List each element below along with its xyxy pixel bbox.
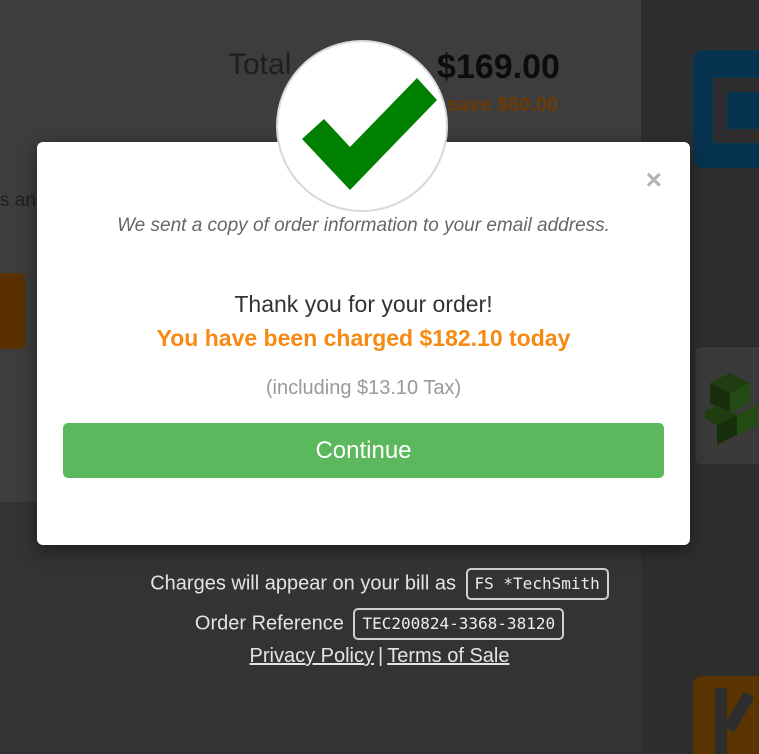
charged-amount-text: You have been charged $182.10 today [156,325,571,351]
checkmark-icon [302,78,437,190]
thank-you-heading: Thank you for your order! [234,291,493,317]
privacy-policy-link[interactable]: Privacy Policy [250,645,374,667]
terms-of-sale-link[interactable]: Terms of Sale [387,645,509,667]
tax-note: (including $13.10 Tax) [265,377,462,399]
order-reference-label: Order Reference [194,612,344,635]
continue-button[interactable]: Continue [63,423,664,478]
close-icon[interactable]: × [646,166,662,194]
background-total-price: $169.00 [437,48,560,86]
billing-descriptor-line: Charges will appear on your bill as FS *… [0,568,759,600]
cubes-icon [705,373,757,445]
footer-separator: | [378,645,384,667]
success-badge [276,40,448,212]
product-card [694,346,759,465]
charges-text: Charges will appear on your bill as [150,572,456,595]
background-save-text: save $80.00 [447,94,559,116]
snagit-logo-icon [693,50,759,168]
background-orange-button [0,273,25,349]
order-reference-line: Order Reference TEC200824-3368-38120 [0,608,759,640]
product-logo-icon [693,676,759,754]
order-reference-badge: TEC200824-3368-38120 [353,608,565,640]
email-confirmation-message: We sent a copy of order information to y… [117,215,610,236]
footer-links: Privacy Policy | Terms of Sale [0,645,759,668]
billing-descriptor-badge: FS *TechSmith [465,568,609,600]
